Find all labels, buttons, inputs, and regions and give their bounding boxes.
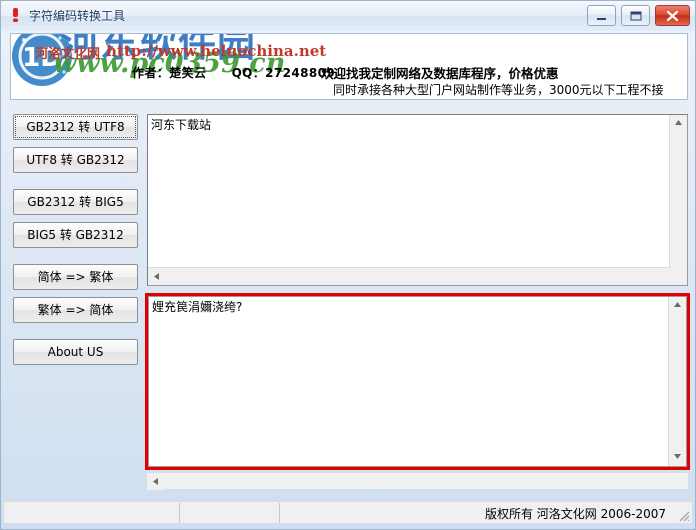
close-icon: [666, 10, 679, 22]
status-panel-1: [4, 503, 180, 523]
scroll-left-icon[interactable]: [148, 268, 165, 285]
input-textarea-value: 河东下载站: [151, 118, 212, 132]
button-traditional-to-simplified[interactable]: 繁体 => 简体: [13, 297, 138, 323]
input-textarea[interactable]: 河东下载站: [147, 114, 688, 286]
button-big5-to-gb2312[interactable]: BIG5 转 GB2312: [13, 222, 138, 248]
output-textarea-value: 娌充笢涓嬭浇绔?: [152, 300, 243, 314]
close-button[interactable]: [655, 5, 690, 26]
input-horizontal-scrollbar[interactable]: [148, 267, 670, 285]
button-utf8-to-gb2312[interactable]: UTF8 转 GB2312: [13, 147, 138, 173]
window-title: 字符编码转换工具: [29, 9, 126, 23]
input-vertical-scrollbar[interactable]: [669, 115, 687, 285]
author-label: 作者：楚笑云: [132, 66, 207, 80]
promo-line-2: 同时承接各种大型门户网站制作等业务，3000元以下工程不接: [333, 83, 664, 97]
application-window: 字符编码转换工具 1D 河东软件园 www.pc0359.cn 河洛文化网 ht…: [0, 0, 696, 530]
author-line: 作者：楚笑云 QQ：27248809: [132, 64, 335, 81]
status-panel-2: [180, 503, 280, 523]
output-textarea-highlight: 娌充笢涓嬭浇绔?: [145, 293, 690, 470]
output-textarea[interactable]: 娌充笢涓嬭浇绔?: [148, 296, 687, 467]
site-url: http://www.heluochina.net: [106, 42, 327, 60]
resize-grip-icon[interactable]: [676, 508, 690, 522]
site-label: 河洛文化网: [35, 47, 101, 62]
minimize-button[interactable]: [587, 5, 616, 26]
maximize-button[interactable]: [621, 5, 650, 26]
button-gb2312-to-big5[interactable]: GB2312 转 BIG5: [13, 189, 138, 215]
button-simplified-to-traditional[interactable]: 简体 => 繁体: [13, 264, 138, 290]
output-vertical-scrollbar[interactable]: [668, 297, 686, 466]
exclamation-icon: [8, 7, 24, 23]
header-info-panel: 1D 河东软件园 www.pc0359.cn 河洛文化网 http://www.…: [10, 33, 688, 100]
scrollbar-corner: [670, 268, 687, 285]
button-about-us[interactable]: About US: [13, 339, 138, 365]
scroll-up-icon[interactable]: [669, 297, 686, 314]
scroll-left-icon[interactable]: [147, 473, 164, 490]
maximize-icon: [630, 11, 642, 21]
title-bar[interactable]: 字符编码转换工具: [1, 1, 695, 31]
promo-line-1: 欢迎找我定制网络及数据库程序，价格优惠: [321, 66, 559, 81]
scroll-up-icon[interactable]: [670, 115, 687, 132]
button-gb2312-to-utf8-label: GB2312 转 UTF8: [15, 116, 136, 138]
output-horizontal-scrollbar[interactable]: [147, 472, 688, 490]
scroll-down-icon[interactable]: [669, 449, 686, 466]
qq-label: QQ：27248809: [231, 66, 336, 80]
status-panel-3: 版权所有 河洛文化网 2006-2007: [280, 503, 674, 523]
minimize-icon: [597, 18, 606, 20]
button-gb2312-to-utf8[interactable]: GB2312 转 UTF8: [13, 114, 138, 140]
copyright-text: 版权所有 河洛文化网 2006-2007: [484, 507, 666, 521]
status-bar: 版权所有 河洛文化网 2006-2007: [4, 501, 692, 523]
